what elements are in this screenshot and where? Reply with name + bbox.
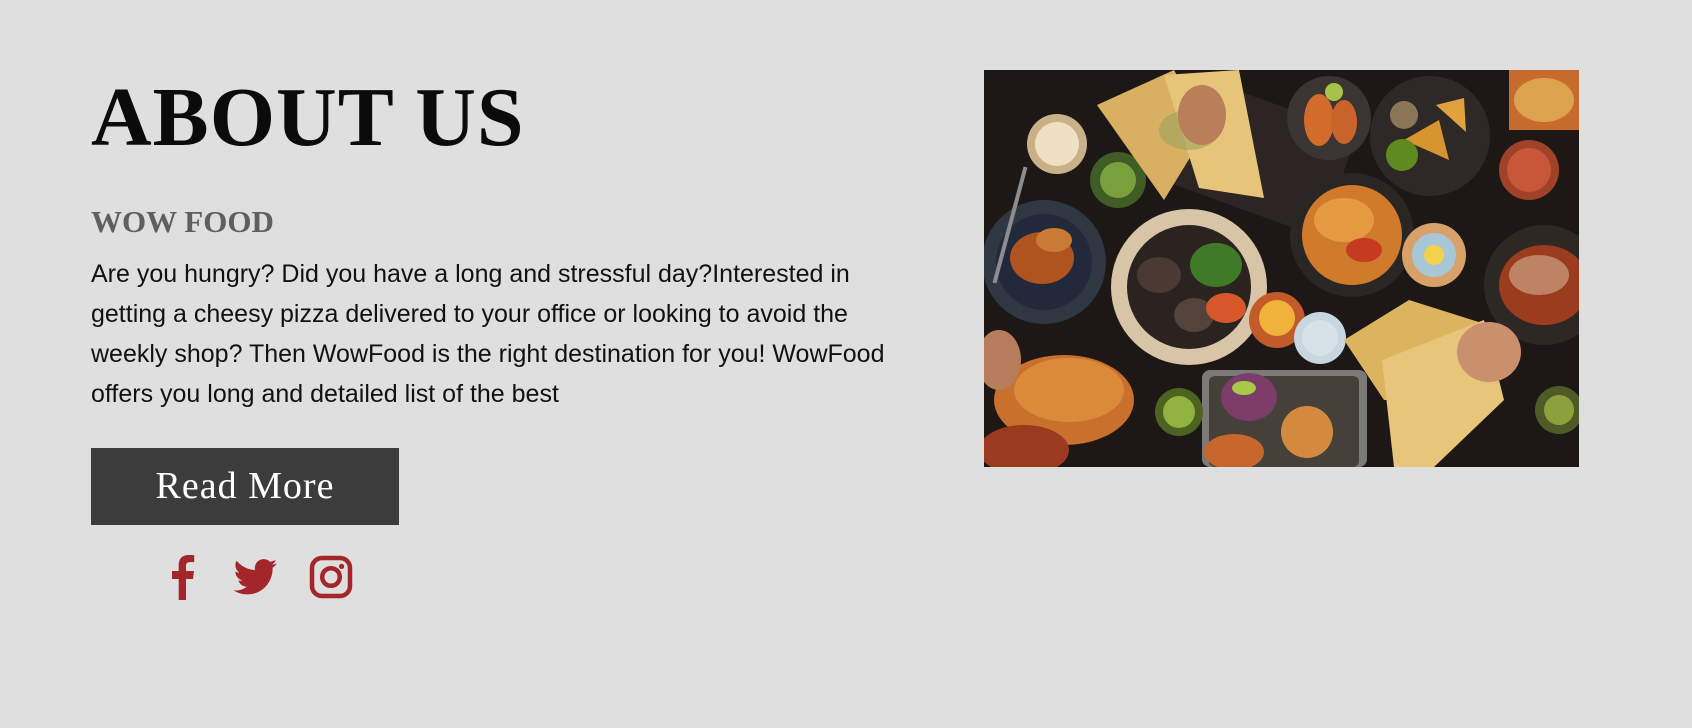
twitter-icon bbox=[233, 559, 277, 595]
page-title: ABOUT US bbox=[91, 71, 525, 164]
facebook-icon bbox=[172, 555, 195, 600]
social-links bbox=[160, 554, 380, 600]
about-section: ABOUT US WOW FOOD Are you hungry? Did yo… bbox=[0, 0, 1692, 728]
twitter-link[interactable] bbox=[232, 554, 278, 600]
about-content: ABOUT US WOW FOOD Are you hungry? Did yo… bbox=[91, 70, 911, 525]
about-description: Are you hungry? Did you have a long and … bbox=[91, 260, 885, 408]
facebook-link[interactable] bbox=[160, 554, 206, 600]
food-photo bbox=[984, 70, 1579, 467]
brand-name: WOW FOOD bbox=[91, 204, 274, 239]
instagram-icon bbox=[309, 555, 353, 599]
instagram-link[interactable] bbox=[308, 554, 354, 600]
food-spread-image bbox=[984, 70, 1579, 467]
read-more-button[interactable]: Read More bbox=[91, 448, 399, 525]
